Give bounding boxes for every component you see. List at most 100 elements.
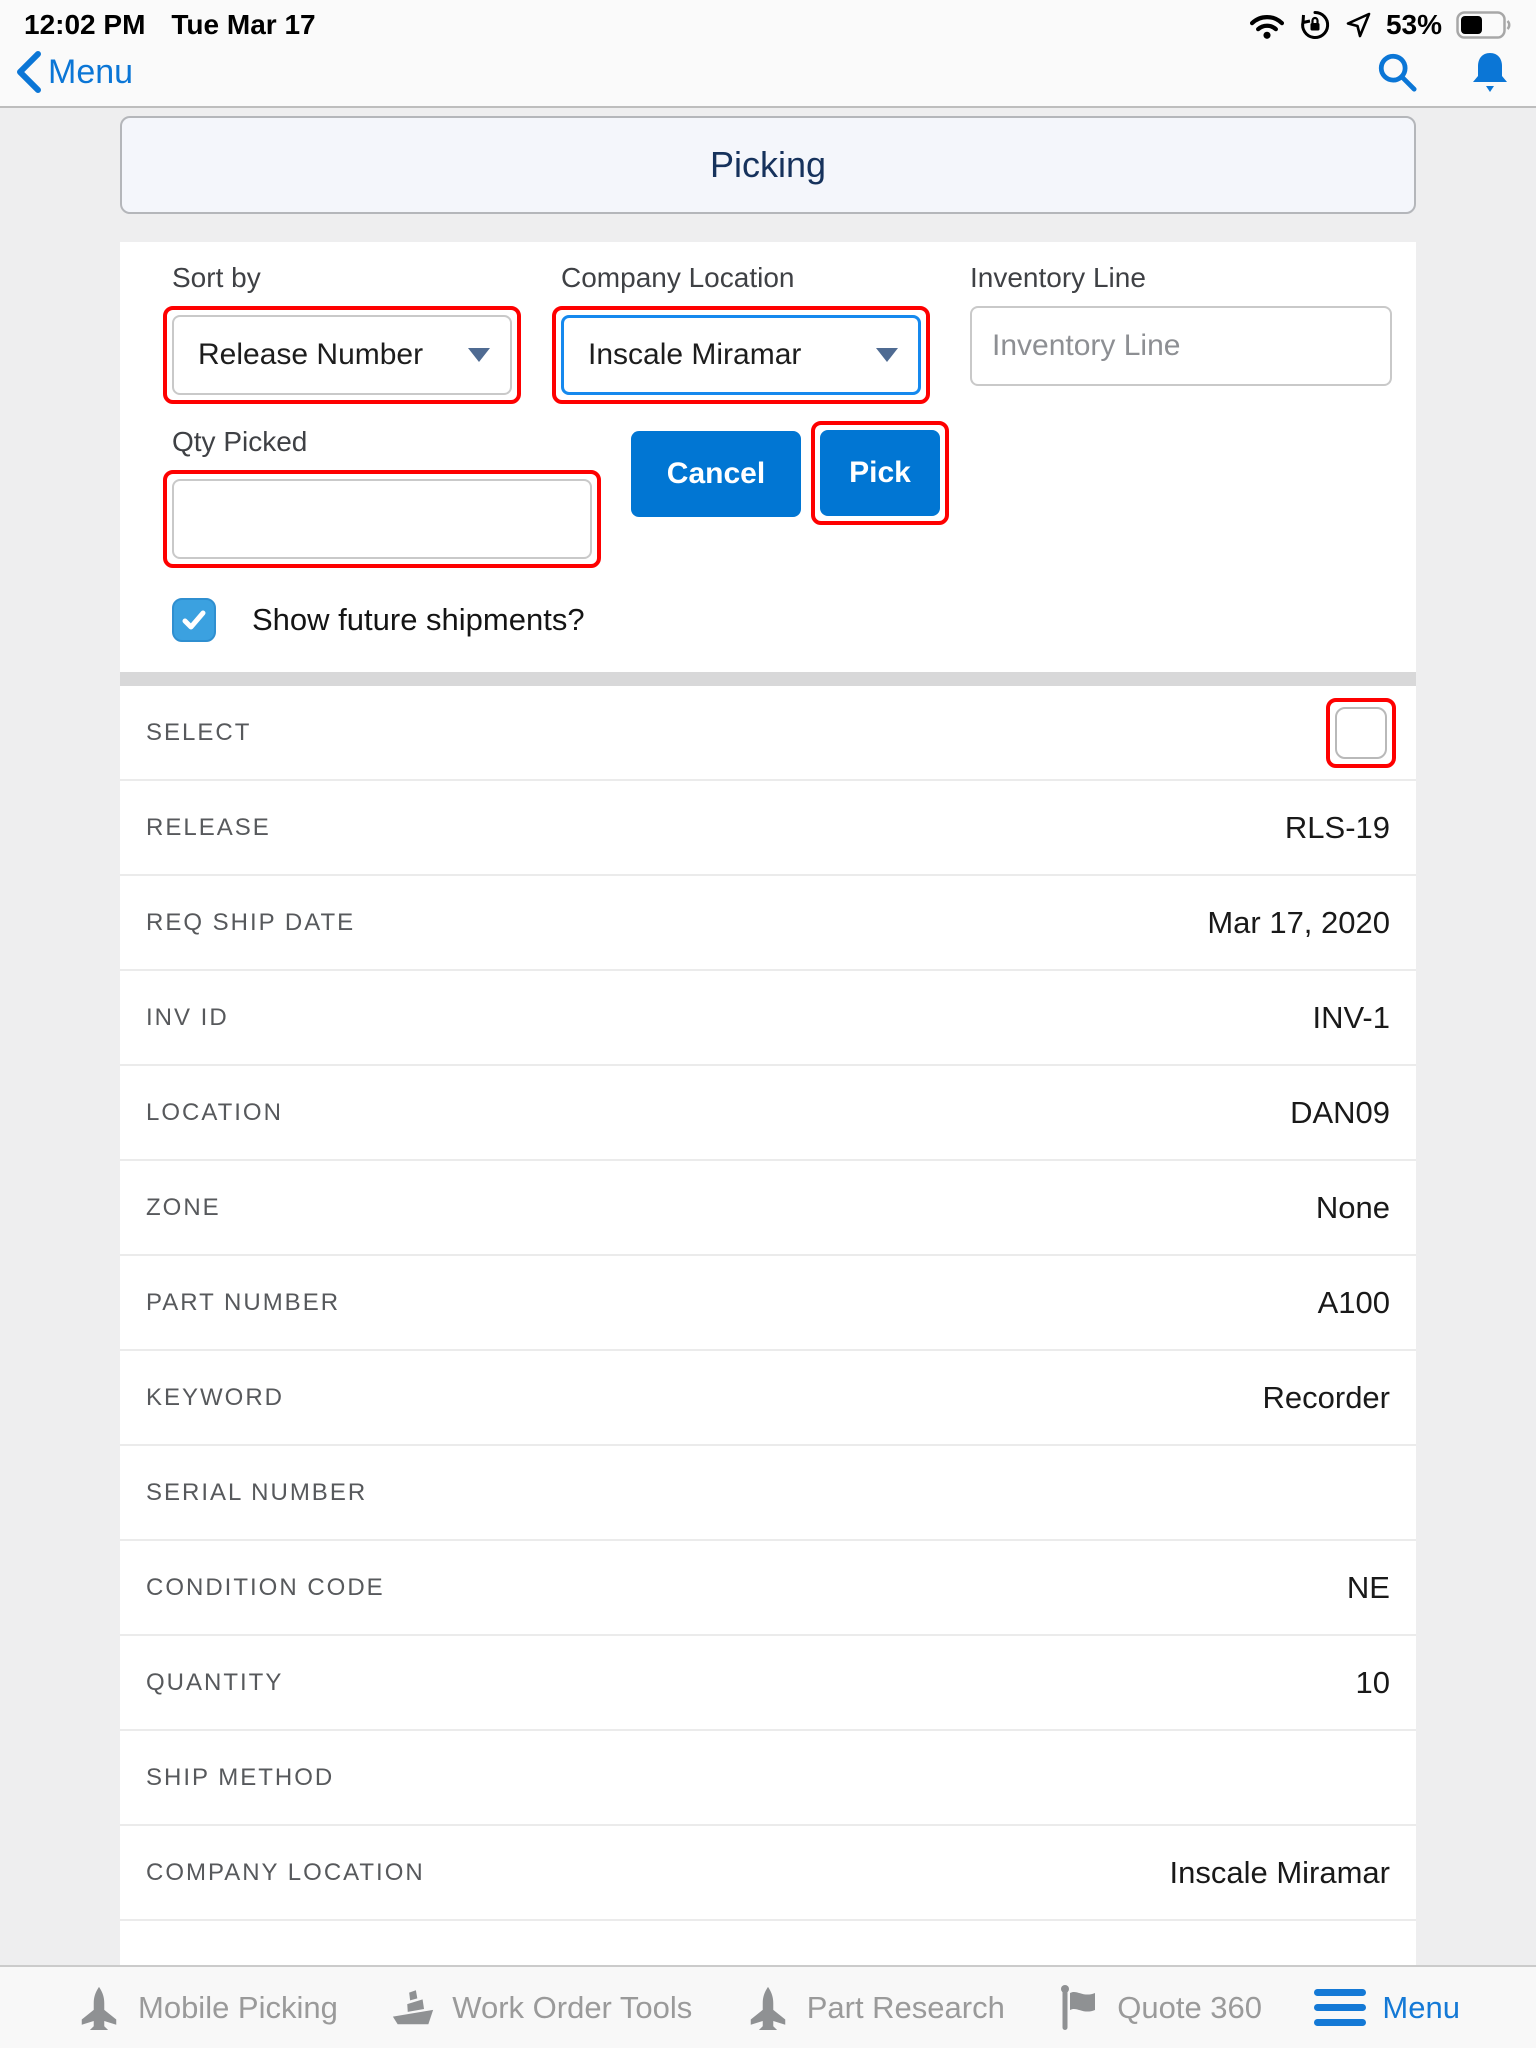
- table-row: COMPANY LOCATION Inscale Miramar: [120, 1826, 1416, 1921]
- picking-form: Sort by Release Number Company Location: [120, 242, 1416, 672]
- sort-by-value: Release Number: [198, 338, 424, 371]
- row-label: ZONE: [146, 1193, 221, 1221]
- row-value: Recorder: [1262, 1379, 1391, 1415]
- select-record-checkbox[interactable]: [1335, 706, 1387, 759]
- row-label: PART NUMBER: [146, 1288, 341, 1316]
- company-location-field: Company Location Inscale Miramar: [552, 262, 930, 404]
- cancel-button[interactable]: Cancel: [631, 431, 801, 517]
- row-label: CONDITION CODE: [146, 1573, 385, 1601]
- tab-work-order-tools[interactable]: Work Order Tools: [390, 1985, 692, 2031]
- status-left: 12:02 PM Tue Mar 17: [24, 9, 316, 41]
- qty-picked-input[interactable]: [172, 479, 592, 559]
- table-row: QUANTITY 10: [120, 1636, 1416, 1731]
- show-future-label: Show future shipments?: [252, 602, 585, 637]
- back-chevron-icon: [14, 50, 42, 94]
- pick-button[interactable]: Pick: [820, 430, 940, 516]
- company-location-value: Inscale Miramar: [588, 338, 802, 371]
- back-button[interactable]: Menu: [14, 50, 133, 94]
- tab-quote-360[interactable]: Quote 360: [1057, 1984, 1262, 2032]
- table-row: SHIP METHOD: [120, 1731, 1416, 1826]
- annotation-box: [163, 470, 601, 568]
- table-row-select: SELECT: [120, 686, 1416, 781]
- menu-icon: [1314, 1989, 1367, 2026]
- nav-actions: [1376, 50, 1510, 94]
- sort-by-label: Sort by: [172, 262, 261, 293]
- sort-by-select[interactable]: Release Number: [172, 315, 512, 395]
- annotation-box: [1326, 697, 1396, 768]
- company-location-select[interactable]: Inscale Miramar: [561, 315, 921, 395]
- company-location-label: Company Location: [561, 262, 795, 293]
- inventory-line-input[interactable]: [970, 306, 1392, 386]
- rotation-lock-icon: [1300, 10, 1330, 40]
- qty-row: Qty Picked Cancel Pick: [163, 421, 1416, 568]
- row-value: None: [1315, 1189, 1390, 1225]
- annotation-box: Inscale Miramar: [552, 306, 930, 404]
- row-value: NE: [1346, 1569, 1390, 1605]
- rocket-icon: [76, 1985, 122, 2031]
- row-value: INV-1: [1312, 999, 1390, 1035]
- tab-label: Work Order Tools: [452, 1989, 693, 2025]
- inventory-line-label: Inventory Line: [970, 262, 1146, 293]
- qty-picked-label: Qty Picked: [172, 426, 308, 457]
- row-value: Mar 17, 2020: [1207, 904, 1390, 940]
- table-row: ZONE None: [120, 1161, 1416, 1256]
- row-value: RLS-19: [1284, 809, 1390, 845]
- table-row: [120, 1921, 1416, 1965]
- section-divider: [120, 672, 1416, 686]
- row-label: QUANTITY: [146, 1668, 284, 1696]
- wifi-icon: [1248, 11, 1286, 39]
- row-label: REQ SHIP DATE: [146, 908, 356, 936]
- table-row: RELEASE RLS-19: [120, 781, 1416, 876]
- table-row: CONDITION CODE NE: [120, 1541, 1416, 1636]
- show-future-row: Show future shipments?: [172, 598, 1416, 642]
- nav-bar: Menu: [0, 44, 1536, 106]
- row-label: KEYWORD: [146, 1383, 285, 1411]
- row-value: A100: [1317, 1284, 1390, 1320]
- chevron-down-icon: [876, 348, 898, 362]
- bell-icon[interactable]: [1470, 50, 1510, 94]
- content-area: Picking Sort by Release Number Company L…: [0, 108, 1536, 1965]
- record-detail-table: SELECT RELEASE RLS-19 REQ SHIP DATE Mar …: [120, 686, 1416, 1965]
- row-label: INV ID: [146, 1003, 229, 1031]
- table-row: INV ID INV-1: [120, 971, 1416, 1066]
- search-icon[interactable]: [1376, 51, 1418, 93]
- sort-by-field: Sort by Release Number: [163, 262, 521, 404]
- qty-picked-field: Qty Picked: [163, 426, 601, 568]
- page-title-text: Picking: [709, 144, 827, 185]
- show-future-checkbox[interactable]: [172, 598, 216, 642]
- row-label: SELECT: [146, 718, 252, 746]
- plane-icon: [745, 1985, 791, 2031]
- tab-bar: Mobile Picking Work Order Tools Part Res…: [0, 1965, 1536, 2048]
- chevron-down-icon: [468, 348, 490, 362]
- status-right: 53%: [1248, 9, 1512, 41]
- row-label: RELEASE: [146, 813, 271, 841]
- screen: 12:02 PM Tue Mar 17 53% Menu Picking Sor…: [0, 0, 1536, 2048]
- tab-mobile-picking[interactable]: Mobile Picking: [76, 1985, 338, 2031]
- tab-part-research[interactable]: Part Research: [745, 1985, 1005, 2031]
- table-row: SERIAL NUMBER: [120, 1446, 1416, 1541]
- flag-icon: [1057, 1984, 1101, 2032]
- tab-label: Quote 360: [1117, 1989, 1263, 2025]
- tab-label: Menu: [1382, 1989, 1460, 2025]
- table-row: LOCATION DAN09: [120, 1066, 1416, 1161]
- row-label: SERIAL NUMBER: [146, 1478, 368, 1506]
- row-value: DAN09: [1290, 1094, 1390, 1130]
- tab-menu[interactable]: Menu: [1314, 1989, 1460, 2026]
- clock: 12:02 PM: [24, 9, 146, 40]
- back-label: Menu: [48, 52, 134, 91]
- row-value: Inscale Miramar: [1169, 1854, 1391, 1890]
- date: Tue Mar 17: [171, 9, 316, 40]
- page-title: Picking: [120, 116, 1416, 214]
- table-row: REQ SHIP DATE Mar 17, 2020: [120, 876, 1416, 971]
- top-chrome: 12:02 PM Tue Mar 17 53% Menu: [0, 0, 1536, 108]
- table-row: KEYWORD Recorder: [120, 1351, 1416, 1446]
- location-icon: [1344, 11, 1372, 39]
- check-icon: [182, 610, 206, 630]
- row-label: SHIP METHOD: [146, 1763, 335, 1791]
- row-label: COMPANY LOCATION: [146, 1858, 425, 1886]
- battery-percent: 53%: [1385, 9, 1442, 40]
- annotation-box: Pick: [811, 421, 949, 525]
- table-row: PART NUMBER A100: [120, 1256, 1416, 1351]
- ship-icon: [390, 1985, 436, 2031]
- row-label: LOCATION: [146, 1098, 283, 1126]
